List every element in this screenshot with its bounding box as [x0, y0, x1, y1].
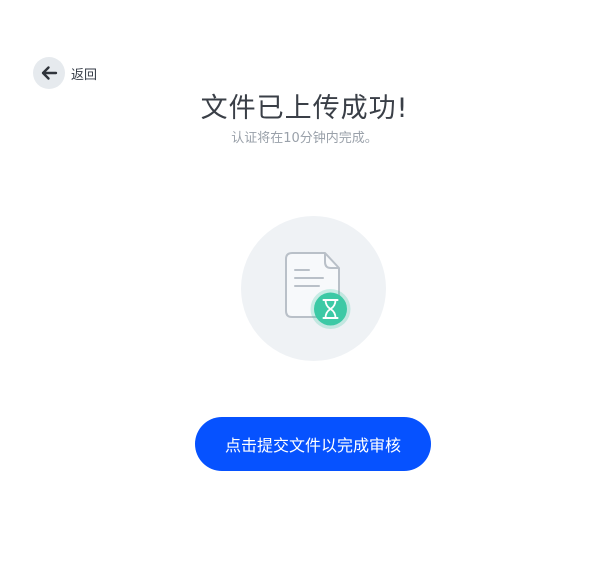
arrow-left-icon — [41, 66, 58, 80]
back-arrow-circle[interactable] — [33, 57, 65, 89]
back-label[interactable]: 返回 — [71, 64, 97, 83]
hourglass-icon — [310, 289, 351, 329]
document-pending-graphic — [285, 252, 351, 329]
submit-documents-button[interactable]: 点击提交文件以完成审核 — [195, 417, 431, 471]
page-title: 文件已上传成功! — [200, 93, 409, 124]
back-button[interactable]: 返回 — [33, 57, 97, 89]
page-subtitle: 认证将在10分钟内完成。 — [231, 131, 378, 146]
upload-status-illustration — [241, 216, 386, 361]
